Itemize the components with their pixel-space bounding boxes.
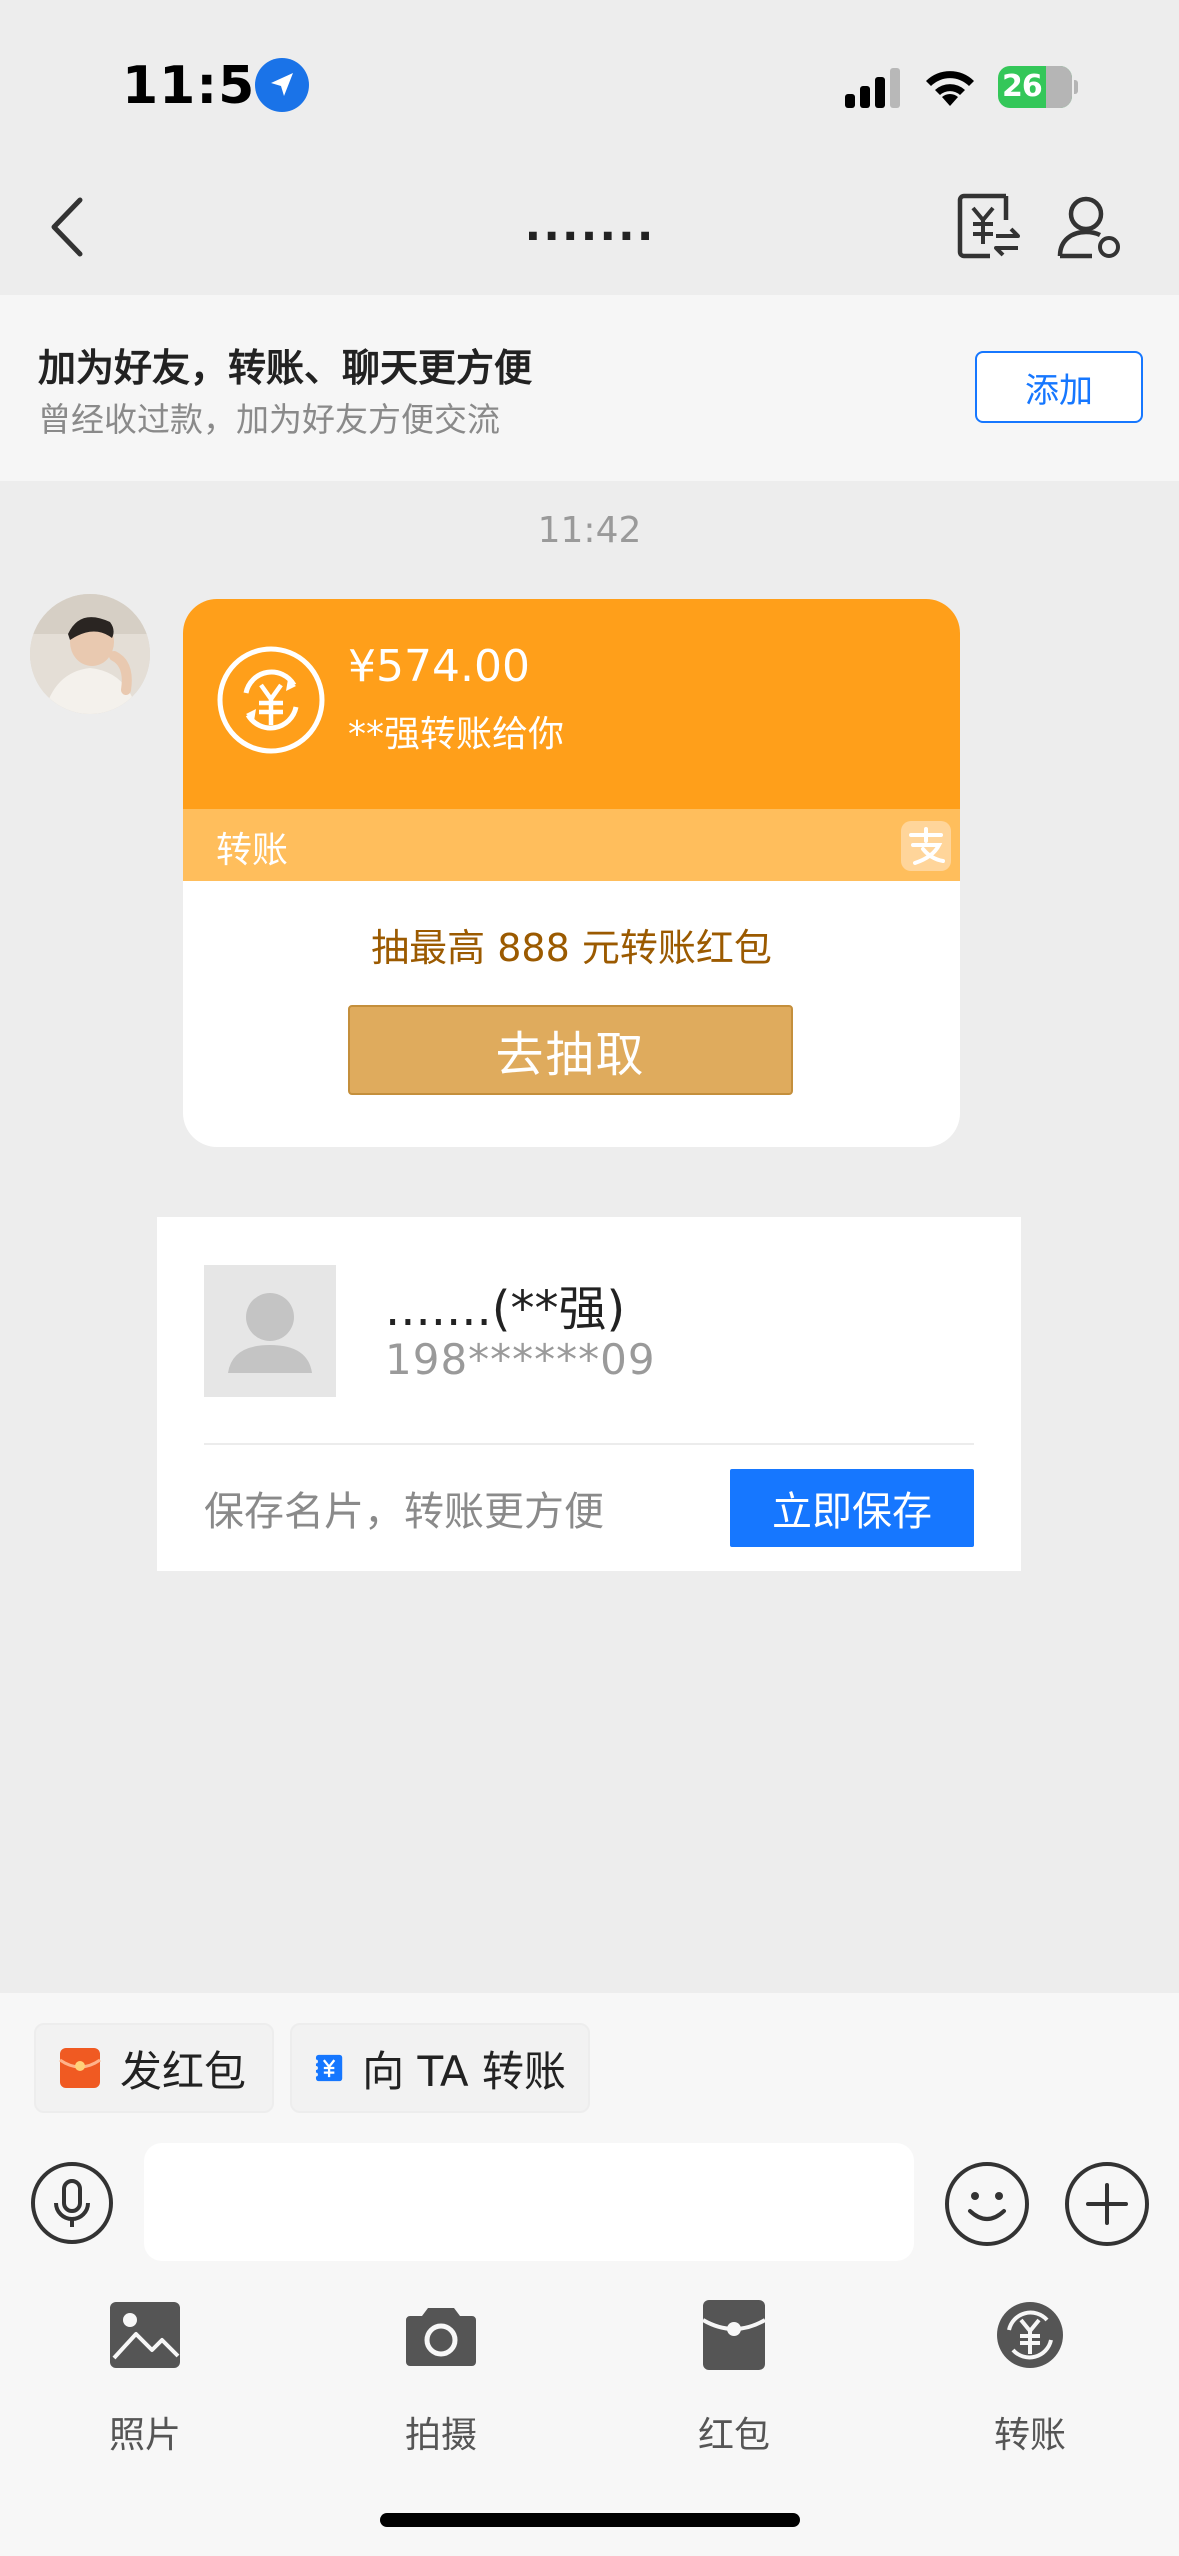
chat-title: ....... [524, 200, 656, 251]
tool-label: 拍摄 [404, 2415, 477, 2456]
save-contact-button[interactable]: 立即保存 [730, 1469, 974, 1547]
tool-camera[interactable]: 拍摄 [366, 2298, 516, 2456]
default-person-icon [228, 1293, 312, 1373]
transfer-amount: ¥574.00 [348, 641, 530, 692]
contact-avatar [204, 1265, 336, 1397]
banner-subtitle: 曾经收过款，加为好友方便交流 [38, 400, 500, 439]
cellular-signal-icon [845, 68, 900, 108]
battery-level: 26 [1002, 69, 1043, 104]
home-indicator[interactable] [380, 2513, 800, 2527]
add-friend-banner: 加为好友，转账、聊天更方便 曾经收过款，加为好友方便交流 添加 [0, 295, 1179, 481]
transfer-description: **强转账给你 [348, 714, 565, 755]
avatar[interactable] [30, 594, 150, 714]
yuan-transfer-icon [314, 2054, 343, 2082]
input-panel: 发红包 向 TA 转账 照片 拍摄 红包 转账 [0, 1993, 1179, 2556]
transfer-type-label: 转账 [216, 830, 289, 871]
back-chevron-icon[interactable] [44, 192, 94, 262]
tool-label: 照片 [108, 2415, 181, 2456]
divider [204, 1443, 974, 1445]
red-packet-icon [701, 2300, 767, 2370]
red-packet-icon [59, 2048, 101, 2088]
contact-card: .......(**强) 198******09 保存名片，转账更方便 立即保存 [157, 1217, 1021, 1571]
camera-icon [406, 2308, 476, 2366]
tool-label: 红包 [697, 2415, 770, 2456]
message-input[interactable] [144, 2143, 914, 2261]
photo-icon [110, 2302, 180, 2368]
chip-label: 发红包 [120, 2046, 247, 2096]
tool-photo[interactable]: 照片 [70, 2298, 220, 2456]
profile-settings-icon[interactable] [1056, 194, 1122, 260]
chip-label: 向 TA 转账 [362, 2046, 566, 2096]
transfer-to-ta-chip[interactable]: 向 TA 转账 [290, 2023, 590, 2113]
transfer-cycle-icon [217, 646, 325, 754]
banner-title: 加为好友，转账、聊天更方便 [38, 346, 533, 390]
transfer-record-icon[interactable] [956, 192, 1022, 262]
transfer-message-card[interactable]: ¥574.00 **强转账给你 转账 抽最高 888 元转账红包 去抽取 [183, 599, 960, 1147]
battery-charging-icon: 26 [998, 66, 1078, 108]
transfer-type-strip: 转账 [183, 809, 960, 881]
emoji-icon[interactable] [944, 2161, 1030, 2247]
tool-transfer[interactable]: 转账 [955, 2298, 1105, 2456]
transfer-icon [997, 2302, 1063, 2368]
avatar-photo-icon [30, 594, 150, 714]
contact-phone: 198******09 [385, 1335, 656, 1384]
nav-bar: ....... [0, 170, 1179, 295]
message-timestamp: 11:42 [537, 510, 642, 551]
promo-text: 抽最高 888 元转账红包 [371, 926, 772, 970]
save-contact-tip: 保存名片，转账更方便 [204, 1489, 604, 1535]
tool-red-packet[interactable]: 红包 [659, 2298, 809, 2456]
draw-red-packet-button[interactable]: 去抽取 [348, 1005, 793, 1095]
add-friend-button[interactable]: 添加 [975, 351, 1143, 423]
voice-mic-icon[interactable] [30, 2161, 114, 2245]
transfer-card-header: ¥574.00 **强转账给你 [183, 599, 960, 809]
alipay-logo-icon [901, 821, 951, 871]
tool-label: 转账 [993, 2415, 1066, 2456]
wifi-icon [926, 71, 974, 106]
plus-icon[interactable] [1064, 2161, 1150, 2247]
contact-name: .......(**强) [385, 1281, 626, 1337]
status-bar: 11:54 26 [0, 0, 1179, 170]
send-red-packet-chip[interactable]: 发红包 [34, 2023, 274, 2113]
location-arrow-icon [255, 58, 309, 112]
